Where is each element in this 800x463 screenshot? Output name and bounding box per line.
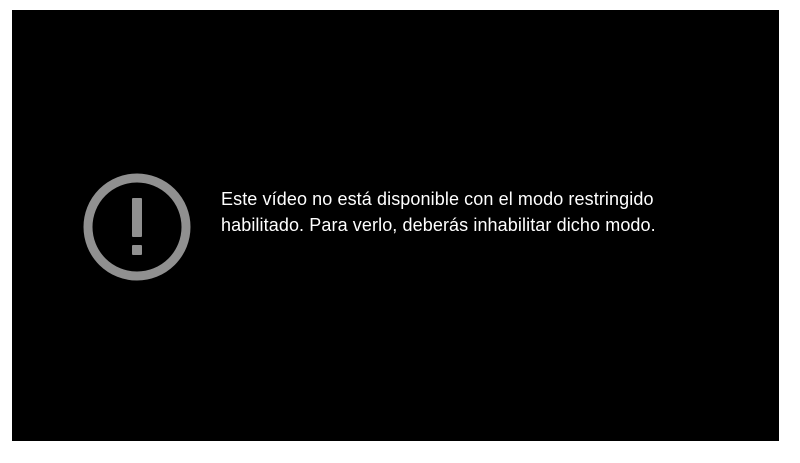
- video-player: Este vídeo no está disponible con el mod…: [12, 10, 779, 441]
- restricted-mode-message: Este vídeo no está disponible con el mod…: [221, 189, 656, 235]
- exclamation-circle-icon: [82, 172, 192, 282]
